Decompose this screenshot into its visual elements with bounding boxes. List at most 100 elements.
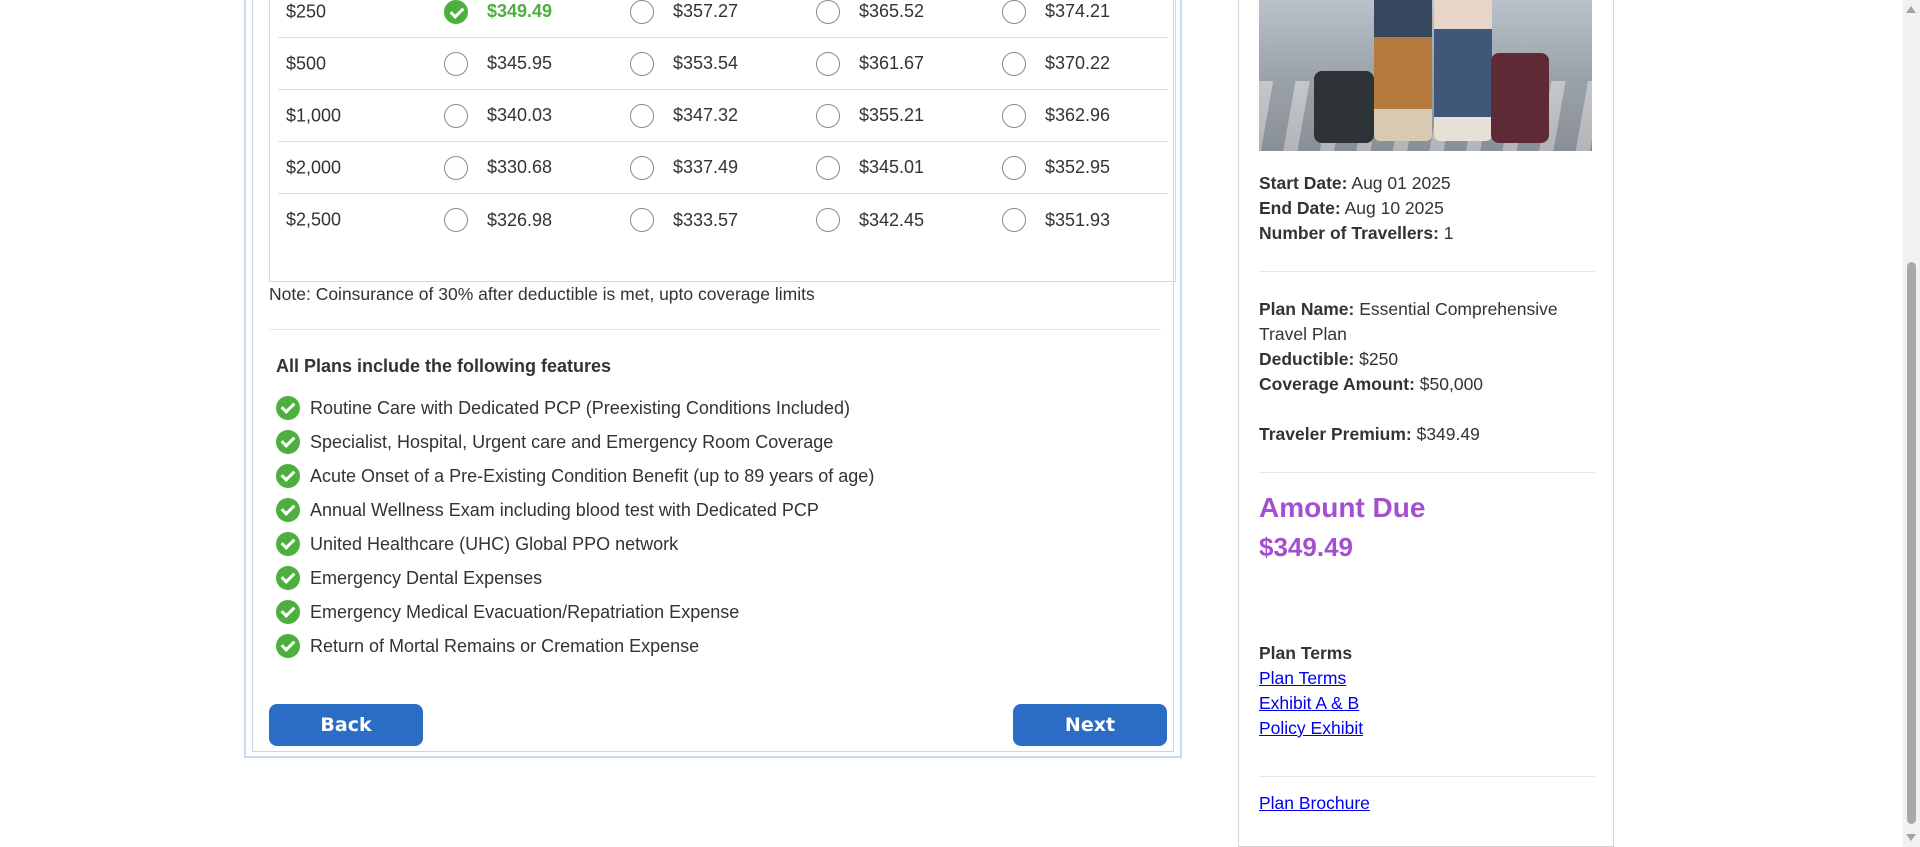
table-row: $2,500 $326.98 $333.57 $342.45 $351.93 bbox=[278, 194, 1168, 246]
deductible-cell: $250 bbox=[286, 1, 327, 21]
rate-option[interactable]: $333.57 bbox=[630, 208, 738, 232]
divider bbox=[1259, 271, 1595, 272]
rate-option[interactable]: $340.03 bbox=[444, 103, 552, 128]
check-circle-icon bbox=[276, 430, 300, 454]
radio-icon[interactable] bbox=[444, 51, 468, 76]
feature-label: Emergency Dental Expenses bbox=[310, 567, 543, 588]
rate-option[interactable]: $365.52 bbox=[816, 0, 924, 24]
radio-icon[interactable] bbox=[1002, 51, 1026, 76]
start-date: Start Date: Aug 01 2025 bbox=[1259, 173, 1451, 193]
check-circle-icon bbox=[276, 396, 300, 420]
rate-option[interactable]: $337.49 bbox=[630, 155, 739, 180]
radio-icon[interactable] bbox=[444, 208, 468, 232]
price-cell: $374.21 bbox=[1045, 1, 1111, 21]
feature-item: Specialist, Hospital, Urgent care and Em… bbox=[276, 429, 833, 455]
feature-label: Return of Mortal Remains or Cremation Ex… bbox=[310, 635, 700, 656]
feature-label: Acute Onset of a Pre-Existing Condition … bbox=[310, 465, 875, 486]
features-heading: All Plans include the following features bbox=[276, 356, 612, 376]
radio-icon[interactable] bbox=[816, 103, 840, 128]
exhibit-ab-link[interactable]: Exhibit A & B bbox=[1259, 693, 1359, 714]
end-date: End Date: Aug 10 2025 bbox=[1259, 198, 1444, 218]
price-cell: $330.68 bbox=[487, 157, 553, 177]
feature-item: Emergency Medical Evacuation/Repatriatio… bbox=[276, 599, 739, 625]
rate-option[interactable]: $351.93 bbox=[1002, 208, 1110, 232]
feature-item: Emergency Dental Expenses bbox=[276, 565, 542, 591]
radio-icon[interactable] bbox=[816, 0, 840, 24]
deductible-summary: Deductible: $250 bbox=[1259, 349, 1399, 369]
scroll-down-arrow-icon[interactable] bbox=[1906, 834, 1916, 841]
rate-option[interactable]: $374.21 bbox=[1002, 0, 1110, 24]
divider bbox=[269, 329, 1161, 330]
price-cell: $333.57 bbox=[673, 209, 739, 230]
scroll-up-arrow-icon[interactable] bbox=[1906, 6, 1916, 13]
radio-icon[interactable] bbox=[630, 103, 654, 128]
radio-icon[interactable] bbox=[1002, 103, 1026, 128]
deductible-cell: $2,000 bbox=[286, 157, 342, 177]
radio-icon[interactable] bbox=[444, 155, 468, 180]
radio-icon[interactable] bbox=[816, 51, 840, 76]
table-row: $500 $345.95 $353.54 $361.67 $370.22 bbox=[278, 38, 1168, 90]
rate-option[interactable]: $349.49 bbox=[444, 0, 552, 24]
rate-option[interactable]: $345.01 bbox=[816, 155, 924, 180]
price-cell: $352.95 bbox=[1045, 157, 1111, 177]
rate-option[interactable]: $357.27 bbox=[630, 0, 738, 24]
plan-terms-link[interactable]: Plan Terms bbox=[1259, 668, 1346, 689]
table-row: $2,000 $330.68 $337.49 $345.01 $352.95 bbox=[278, 142, 1168, 194]
radio-icon[interactable] bbox=[630, 155, 654, 180]
check-circle-icon bbox=[276, 566, 300, 590]
price-cell: $337.49 bbox=[673, 157, 739, 177]
rate-option[interactable]: $353.54 bbox=[630, 51, 738, 76]
radio-checked-icon[interactable] bbox=[444, 0, 468, 24]
check-circle-icon bbox=[276, 464, 300, 488]
page-scrollbar[interactable] bbox=[1903, 0, 1920, 847]
check-circle-icon bbox=[276, 498, 300, 522]
feature-label: Emergency Medical Evacuation/Repatriatio… bbox=[310, 601, 740, 622]
radio-icon[interactable] bbox=[444, 103, 468, 128]
travellers-count: Number of Travellers: 1 bbox=[1259, 223, 1454, 243]
premium-rates-table: $250 $349.49 $357.27 $365.52 $374.21 $50… bbox=[269, 0, 1176, 282]
price-cell: $347.32 bbox=[673, 105, 739, 125]
feature-item: Return of Mortal Remains or Cremation Ex… bbox=[276, 633, 699, 659]
plan-name: Plan Name: Essential Comprehensive Trave… bbox=[1259, 299, 1558, 344]
feature-item: Acute Onset of a Pre-Existing Condition … bbox=[276, 463, 874, 489]
check-circle-icon bbox=[276, 532, 300, 556]
rate-option[interactable]: $326.98 bbox=[444, 208, 552, 232]
back-button[interactable]: Back bbox=[269, 704, 423, 746]
scroll-thumb[interactable] bbox=[1907, 262, 1916, 824]
radio-icon[interactable] bbox=[1002, 155, 1026, 180]
feature-item: Routine Care with Dedicated PCP (Preexis… bbox=[276, 395, 850, 421]
rate-option[interactable]: $330.68 bbox=[444, 155, 553, 180]
radio-icon[interactable] bbox=[1002, 0, 1026, 24]
order-summary-sidebar: Start Date: Aug 01 2025 End Date: Aug 10… bbox=[1238, 0, 1614, 847]
policy-exhibit-link[interactable]: Policy Exhibit bbox=[1259, 718, 1363, 739]
rate-option[interactable]: $342.45 bbox=[816, 208, 924, 232]
radio-icon[interactable] bbox=[630, 0, 654, 24]
plan-selection-card: $250 $349.49 $357.27 $365.52 $374.21 $50… bbox=[244, 0, 1182, 758]
rate-option[interactable]: $362.96 bbox=[1002, 103, 1111, 128]
table-row: $1,000 $340.03 $347.32 $355.21 $362.96 bbox=[278, 90, 1168, 142]
next-button[interactable]: Next bbox=[1013, 704, 1167, 746]
rate-option[interactable]: $347.32 bbox=[630, 103, 739, 128]
price-cell: $361.67 bbox=[859, 53, 925, 73]
travelers-photo bbox=[1259, 0, 1592, 151]
radio-icon[interactable] bbox=[630, 51, 654, 76]
check-circle-icon bbox=[276, 600, 300, 624]
coinsurance-note: Note: Coinsurance of 30% after deductibl… bbox=[269, 284, 815, 304]
price-cell: $362.96 bbox=[1045, 105, 1111, 125]
rate-option[interactable]: $355.21 bbox=[816, 103, 924, 128]
feature-label: United Healthcare (UHC) Global PPO netwo… bbox=[310, 533, 679, 554]
radio-icon[interactable] bbox=[1002, 208, 1026, 232]
radio-icon[interactable] bbox=[816, 208, 840, 232]
rate-option[interactable]: $352.95 bbox=[1002, 155, 1111, 180]
radio-icon[interactable] bbox=[630, 208, 654, 232]
rate-option[interactable]: $370.22 bbox=[1002, 51, 1110, 76]
price-cell: $365.52 bbox=[859, 1, 925, 21]
deductible-cell: $500 bbox=[286, 53, 327, 73]
radio-icon[interactable] bbox=[816, 155, 840, 180]
feature-label: Annual Wellness Exam including blood tes… bbox=[310, 499, 819, 520]
rate-option[interactable]: $361.67 bbox=[816, 51, 925, 76]
deductible-cell: $1,000 bbox=[286, 105, 342, 125]
price-cell: $349.49 bbox=[487, 1, 553, 21]
rate-option[interactable]: $345.95 bbox=[444, 51, 552, 76]
plan-brochure-link[interactable]: Plan Brochure bbox=[1259, 793, 1370, 814]
